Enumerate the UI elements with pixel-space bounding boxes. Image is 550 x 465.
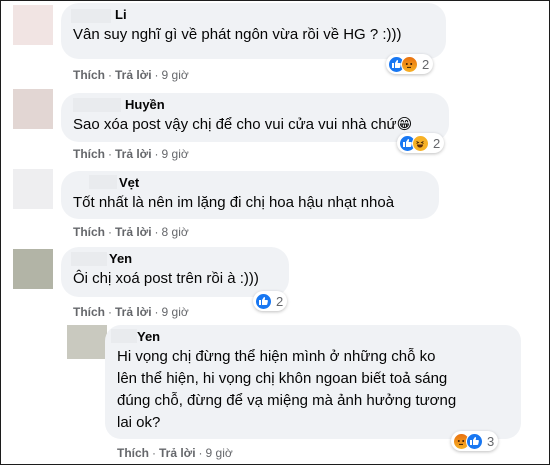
- timestamp[interactable]: 9 giờ: [162, 147, 189, 161]
- like-link[interactable]: Thích: [73, 147, 105, 161]
- reaction-count: 3: [487, 433, 495, 449]
- comment-bubble: Vẹt Tốt nhất là nên im lặng đi chị hoa h…: [61, 171, 439, 219]
- comment-actions: Thích · Trả lời · 9 giờ: [73, 147, 189, 161]
- comment-text-line: lai ok?: [117, 414, 161, 431]
- redacted-name: [71, 9, 111, 23]
- comment-text: Tốt nhất là nên im lặng đi chị hoa hậu n…: [73, 194, 395, 211]
- avatar[interactable]: [13, 169, 53, 209]
- comment-actions: Thích · Trả lời · 9 giờ: [73, 305, 189, 319]
- redacted-name: [89, 175, 117, 189]
- reaction-count: 2: [422, 56, 430, 72]
- like-link[interactable]: Thích: [73, 305, 105, 319]
- haha-icon: [412, 134, 429, 152]
- comment-text-line: lên thể hiện, hi vọng chị khôn ngoan biế…: [117, 370, 448, 387]
- reaction-summary[interactable]: 2: [253, 291, 288, 311]
- redacted-name: [71, 252, 107, 266]
- timestamp[interactable]: 9 giờ: [206, 446, 233, 460]
- avatar[interactable]: [13, 89, 53, 129]
- redacted-name: [73, 98, 121, 112]
- commenter-name[interactable]: Vẹt: [73, 175, 427, 191]
- reaction-count: 2: [433, 135, 441, 151]
- commenter-name[interactable]: Yen: [117, 329, 509, 345]
- reaction-summary[interactable]: 2: [386, 54, 434, 74]
- avatar[interactable]: [13, 5, 53, 45]
- comment-actions: Thích · Trả lời · 9 giờ: [117, 446, 233, 460]
- comment-text: Ôi chị xoá post trên rồi à :))): [73, 270, 259, 287]
- reply-link[interactable]: Trả lời: [159, 446, 196, 460]
- reply-link[interactable]: Trả lời: [115, 225, 152, 239]
- reaction-summary[interactable]: 2: [397, 133, 445, 153]
- comment-bubble: Li Vân suy nghĩ gì về phát ngôn vừa rồi …: [61, 3, 446, 59]
- reaction-summary[interactable]: 3: [451, 431, 499, 451]
- avatar[interactable]: [67, 325, 107, 359]
- redacted-name: [111, 329, 137, 343]
- comment-actions: Thích · Trả lời · 9 giờ: [73, 68, 189, 82]
- comment-bubble: Yen Ôi chị xoá post trên rồi à :))): [61, 247, 289, 297]
- commenter-name[interactable]: Li: [73, 7, 434, 23]
- like-link[interactable]: Thích: [117, 446, 149, 460]
- avatar[interactable]: [13, 249, 53, 289]
- reply-link[interactable]: Trả lời: [115, 68, 152, 82]
- comment-bubble: Yen Hi vọng chị đừng thể hiện mình ở nhữ…: [105, 325, 521, 439]
- comment-text-line: Hi vọng chị đừng thể hiện mình ở những c…: [117, 348, 436, 365]
- reply-link[interactable]: Trả lời: [115, 147, 152, 161]
- comment-text: Hi vọng chị đừng thể hiện mình ở những c…: [117, 346, 509, 434]
- comment-text: Vân suy nghĩ gì về phát ngôn vừa rồi về …: [73, 26, 402, 43]
- like-link[interactable]: Thích: [73, 68, 105, 82]
- like-icon: [466, 432, 483, 450]
- like-icon: [255, 292, 272, 310]
- timestamp[interactable]: 9 giờ: [162, 305, 189, 319]
- like-link[interactable]: Thích: [73, 225, 105, 239]
- timestamp[interactable]: 8 giờ: [162, 225, 189, 239]
- comment-bubble: Huyền Sao xóa post vậy chị để cho vui cử…: [61, 93, 449, 142]
- comment-text-line: đúng chỗ, đừng để vạ miệng mà ảnh hưởng …: [117, 392, 457, 409]
- comment-actions: Thích · Trả lời · 8 giờ: [73, 225, 189, 239]
- reply-link[interactable]: Trả lời: [115, 305, 152, 319]
- comment-text: Sao xóa post vậy chị để cho vui cửa vui …: [73, 116, 413, 133]
- reaction-count: 2: [276, 293, 284, 309]
- commenter-name[interactable]: Huyền: [73, 97, 437, 113]
- timestamp[interactable]: 9 giờ: [162, 68, 189, 82]
- angry-icon: [401, 55, 418, 73]
